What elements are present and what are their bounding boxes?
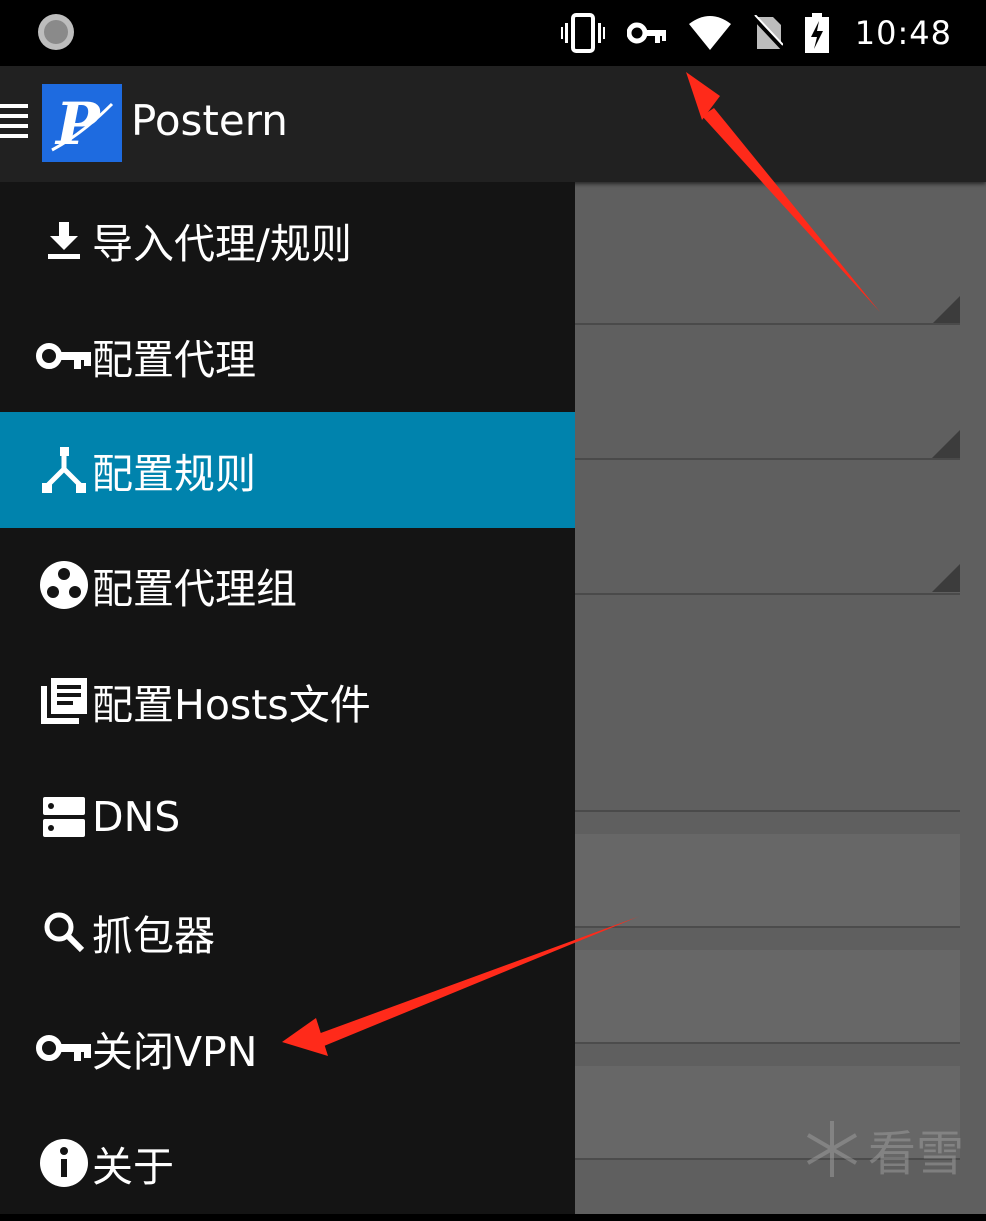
drawer-item-label: 关闭VPN — [92, 1028, 258, 1076]
snowflake-icon — [806, 1121, 857, 1177]
divider — [575, 593, 960, 595]
search-icon — [36, 904, 92, 960]
menu-icon[interactable] — [0, 104, 28, 144]
drawer-item-disconnect-vpn[interactable]: 关闭VPN — [0, 990, 575, 1106]
rules-icon — [36, 442, 92, 498]
drawer-item-label: 配置Hosts文件 — [92, 681, 371, 729]
dns-icon — [36, 789, 92, 845]
svg-text:P: P — [54, 90, 101, 158]
no-sim-icon — [752, 15, 783, 51]
status-icons: 10:48 — [560, 10, 952, 56]
spinner-arrow-icon[interactable] — [932, 296, 960, 324]
clock: 10:48 — [854, 14, 952, 52]
hosts-file-icon — [36, 673, 92, 729]
spinner-arrow-icon[interactable] — [932, 564, 960, 592]
vibrate-icon — [560, 13, 605, 53]
drawer-item-configure-proxy[interactable]: 配置代理 — [0, 298, 575, 414]
card[interactable] — [575, 834, 960, 928]
app-logo: P — [42, 84, 122, 162]
divider — [575, 323, 960, 325]
drawer-item-label: 导入代理/规则 — [92, 220, 352, 268]
drawer-item-label: 抓包器 — [92, 912, 215, 960]
drawer-item-import[interactable]: 导入代理/规则 — [0, 182, 575, 298]
card[interactable] — [575, 950, 960, 1044]
drawer-item-label: 配置规则 — [92, 450, 256, 498]
spinner-arrow-icon[interactable] — [932, 430, 960, 458]
info-icon — [36, 1135, 92, 1191]
drawer-item-label: DNS — [92, 793, 181, 841]
sync-notification-icon — [38, 14, 74, 50]
drawer-item-dns[interactable]: DNS — [0, 759, 575, 875]
drawer-item-proxy-group[interactable]: 配置代理组 — [0, 527, 575, 643]
key-icon — [36, 1020, 92, 1076]
wifi-icon — [688, 16, 731, 50]
drawer-item-about[interactable]: 关于 — [0, 1105, 575, 1221]
drawer-item-hosts-file[interactable]: 配置Hosts文件 — [0, 643, 575, 759]
battery-charging-icon — [804, 13, 829, 53]
proxy-group-icon — [36, 557, 92, 613]
divider — [575, 810, 960, 812]
vpn-key-icon — [626, 22, 666, 44]
drawer-item-packet-capture[interactable]: 抓包器 — [0, 874, 575, 990]
status-bar: 10:48 — [0, 0, 986, 66]
app-title: Postern — [131, 96, 288, 145]
drawer-item-label: 配置代理 — [92, 336, 256, 384]
navigation-drawer: 导入代理/规则 配置代理 配置规则 配置代理组 配置Hosts文件 DNS 抓包… — [0, 182, 575, 1214]
drawer-item-label: 配置代理组 — [92, 565, 297, 613]
download-icon — [36, 212, 92, 268]
watermark: 看雪 — [800, 1114, 964, 1184]
key-icon — [36, 328, 92, 384]
drawer-item-label: 关于 — [92, 1143, 174, 1191]
divider — [575, 458, 960, 460]
app-bar: P Postern — [0, 66, 986, 182]
drawer-item-configure-rules[interactable]: 配置规则 — [0, 412, 575, 528]
